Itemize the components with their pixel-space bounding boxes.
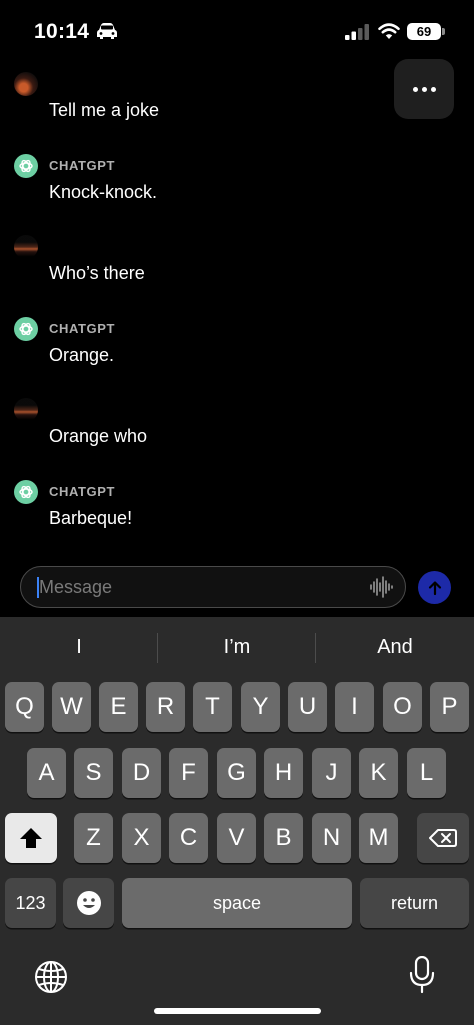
key-g[interactable]: G <box>217 748 256 798</box>
return-key[interactable]: return <box>360 878 469 928</box>
send-button[interactable] <box>418 571 451 604</box>
keyboard: I I’m And Q W E R T Y U I O P A S D F G … <box>0 617 474 1025</box>
message-text: Who’s there <box>49 263 145 283</box>
chatgpt-avatar <box>14 154 38 178</box>
user-avatar <box>14 398 38 422</box>
shift-key[interactable] <box>5 813 57 863</box>
voice-waveform-icon[interactable] <box>369 575 393 599</box>
car-icon <box>97 23 117 39</box>
cellular-signal-icon <box>345 24 369 40</box>
message-input[interactable]: Message <box>20 566 406 608</box>
user-avatar <box>14 72 38 96</box>
key-z[interactable]: Z <box>74 813 113 863</box>
key-m[interactable]: M <box>359 813 398 863</box>
shift-icon <box>20 828 42 848</box>
suggestion-2[interactable]: I’m <box>158 617 316 677</box>
key-d[interactable]: D <box>122 748 161 798</box>
ellipsis-dot <box>421 86 427 92</box>
key-i[interactable]: I <box>335 682 374 732</box>
key-n[interactable]: N <box>312 813 351 863</box>
wifi-icon <box>378 23 400 39</box>
message-text: Orange who <box>49 426 148 446</box>
key-c[interactable]: C <box>169 813 208 863</box>
key-x[interactable]: X <box>122 813 161 863</box>
key-w[interactable]: W <box>52 682 91 732</box>
chatgpt-avatar <box>14 317 38 341</box>
message-text: Barbeque! <box>49 508 133 528</box>
status-bar: 10:14 69 <box>0 0 474 64</box>
key-p[interactable]: P <box>430 682 469 732</box>
key-a[interactable]: A <box>27 748 66 798</box>
backspace-key[interactable] <box>417 813 469 863</box>
message-text: Orange. <box>49 345 115 365</box>
key-h[interactable]: H <box>264 748 303 798</box>
message-placeholder: Message <box>39 577 113 597</box>
key-t[interactable]: T <box>193 682 232 732</box>
key-y[interactable]: Y <box>241 682 280 732</box>
key-b[interactable]: B <box>264 813 303 863</box>
key-e[interactable]: E <box>99 682 138 732</box>
key-j[interactable]: J <box>312 748 351 798</box>
arrow-up-icon <box>428 580 441 595</box>
key-v[interactable]: V <box>217 813 256 863</box>
suggestion-1[interactable]: I <box>0 617 158 677</box>
message-sender: CHATGPT <box>49 484 116 499</box>
space-key[interactable]: space <box>122 878 352 928</box>
key-l[interactable]: L <box>407 748 446 798</box>
key-k[interactable]: K <box>359 748 398 798</box>
battery-indicator: 69 <box>407 23 441 40</box>
key-s[interactable]: S <box>74 748 113 798</box>
globe-icon[interactable] <box>34 960 68 994</box>
status-time: 10:14 <box>34 20 90 43</box>
key-f[interactable]: F <box>169 748 208 798</box>
microphone-icon[interactable] <box>409 956 435 994</box>
numbers-key[interactable]: 123 <box>5 878 56 928</box>
home-indicator <box>154 1008 321 1014</box>
openai-logo-icon <box>19 322 33 336</box>
key-r[interactable]: R <box>146 682 185 732</box>
emoji-key[interactable] <box>63 878 114 928</box>
ellipsis-dot <box>430 86 436 92</box>
openai-logo-icon <box>19 159 33 173</box>
chatgpt-avatar <box>14 480 38 504</box>
user-avatar <box>14 235 38 259</box>
message-text: Knock-knock. <box>49 182 158 202</box>
backspace-icon <box>429 829 457 847</box>
emoji-icon <box>76 891 101 915</box>
openai-logo-icon <box>19 485 33 499</box>
key-o[interactable]: O <box>383 682 422 732</box>
message-sender: CHATGPT <box>49 321 116 336</box>
suggestion-3[interactable]: And <box>316 617 474 677</box>
ellipsis-icon <box>412 86 418 92</box>
more-options-button[interactable] <box>394 59 454 119</box>
message-sender: CHATGPT <box>49 158 116 173</box>
message-text: Tell me a joke <box>49 100 160 120</box>
key-q[interactable]: Q <box>5 682 44 732</box>
key-u[interactable]: U <box>288 682 327 732</box>
battery-cap <box>442 28 445 35</box>
